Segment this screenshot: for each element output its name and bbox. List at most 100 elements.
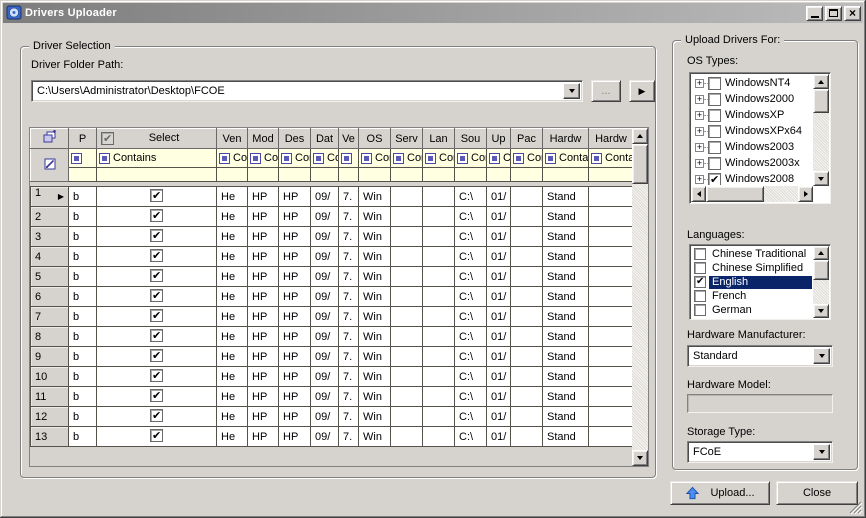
cell-dat[interactable]: 09/: [311, 387, 339, 407]
cell-des[interactable]: HP: [279, 247, 311, 267]
grid-customize-button[interactable]: [31, 129, 69, 149]
cell-select[interactable]: [97, 327, 217, 347]
cell-hardw1[interactable]: Stand: [543, 287, 589, 307]
cell-lan[interactable]: [423, 407, 455, 427]
cell-des[interactable]: HP: [279, 367, 311, 387]
cell-ve[interactable]: 7.: [339, 347, 359, 367]
cell-up[interactable]: 01/: [487, 247, 511, 267]
select-all-checkbox[interactable]: [101, 132, 114, 145]
cell-ve[interactable]: 7.: [339, 367, 359, 387]
resize-grip[interactable]: [849, 501, 862, 514]
row-header[interactable]: 1▶: [31, 187, 69, 207]
cell-des[interactable]: HP: [279, 207, 311, 227]
filter-input-des[interactable]: [279, 168, 311, 182]
cell-os[interactable]: Win: [359, 187, 391, 207]
row-header[interactable]: 3: [31, 227, 69, 247]
cell-sou[interactable]: C:\: [455, 327, 487, 347]
expand-icon[interactable]: +: [695, 95, 704, 104]
language-item[interactable]: Chinese Simplified: [692, 261, 812, 275]
cell-select[interactable]: [97, 387, 217, 407]
scroll-right-button[interactable]: [798, 186, 813, 202]
os-type-checkbox[interactable]: [708, 141, 721, 154]
scroll-up-button[interactable]: [632, 128, 648, 144]
cell-ve[interactable]: 7.: [339, 387, 359, 407]
cell-dat[interactable]: 09/: [311, 347, 339, 367]
row-header[interactable]: 12: [31, 407, 69, 427]
cell-dat[interactable]: 09/: [311, 187, 339, 207]
filter-cell-up[interactable]: Contains: [487, 149, 511, 168]
scroll-down-button[interactable]: [813, 304, 829, 318]
grid-column-header-sou[interactable]: Sou: [455, 129, 487, 149]
row-select-checkbox[interactable]: [150, 289, 163, 302]
cell-serv[interactable]: [391, 307, 423, 327]
cell-lan[interactable]: [423, 387, 455, 407]
close-dialog-button[interactable]: Close: [776, 481, 858, 505]
cell-ven[interactable]: He: [217, 347, 248, 367]
scrollbar-thumb[interactable]: [706, 186, 764, 202]
cell-des[interactable]: HP: [279, 187, 311, 207]
filter-cell-ve[interactable]: Contains: [339, 149, 359, 168]
cell-pac[interactable]: [511, 347, 543, 367]
cell-pac[interactable]: [511, 367, 543, 387]
language-checkbox[interactable]: [694, 304, 706, 316]
scrollbar-thumb[interactable]: [632, 144, 648, 184]
cell-mod[interactable]: HP: [248, 387, 279, 407]
cell-hardw1[interactable]: Stand: [543, 267, 589, 287]
cell-ven[interactable]: He: [217, 307, 248, 327]
cell-lan[interactable]: [423, 307, 455, 327]
cell-mod[interactable]: HP: [248, 347, 279, 367]
cell-hardw2[interactable]: [589, 407, 634, 427]
cell-sou[interactable]: C:\: [455, 307, 487, 327]
cell-hardw2[interactable]: [589, 367, 634, 387]
cell-hardw2[interactable]: [589, 287, 634, 307]
cell-os[interactable]: Win: [359, 307, 391, 327]
os-type-checkbox[interactable]: [708, 109, 721, 122]
cell-pac[interactable]: [511, 207, 543, 227]
cell-p[interactable]: b: [69, 287, 97, 307]
grid-column-header-hardw1[interactable]: Hardw: [543, 129, 589, 149]
filter-input-ve[interactable]: [339, 168, 359, 182]
cell-os[interactable]: Win: [359, 387, 391, 407]
cell-pac[interactable]: [511, 227, 543, 247]
os-type-checkbox[interactable]: [708, 125, 721, 138]
cell-up[interactable]: 01/: [487, 407, 511, 427]
cell-serv[interactable]: [391, 427, 423, 447]
title-bar[interactable]: Drivers Uploader ×: [3, 3, 863, 23]
scroll-down-button[interactable]: [632, 450, 648, 466]
filter-input-dat[interactable]: [311, 168, 339, 182]
grid-column-header-des[interactable]: Des: [279, 129, 311, 149]
cell-ven[interactable]: He: [217, 207, 248, 227]
filter-input-sou[interactable]: [455, 168, 487, 182]
cell-lan[interactable]: [423, 327, 455, 347]
language-item[interactable]: German: [692, 303, 812, 317]
cell-ven[interactable]: He: [217, 187, 248, 207]
os-type-checkbox[interactable]: [708, 93, 721, 106]
cell-lan[interactable]: [423, 247, 455, 267]
cell-up[interactable]: 01/: [487, 267, 511, 287]
row-select-checkbox[interactable]: [150, 349, 163, 362]
cell-des[interactable]: HP: [279, 427, 311, 447]
cell-up[interactable]: 01/: [487, 427, 511, 447]
cell-dat[interactable]: 09/: [311, 207, 339, 227]
cell-os[interactable]: Win: [359, 227, 391, 247]
cell-ve[interactable]: 7.: [339, 187, 359, 207]
filter-cell-pac[interactable]: Contains: [511, 149, 543, 168]
row-select-checkbox[interactable]: [150, 409, 163, 422]
os-type-item[interactable]: +Windows2008: [692, 171, 812, 185]
row-select-checkbox[interactable]: [150, 369, 163, 382]
scroll-left-button[interactable]: [691, 186, 706, 202]
os-type-item[interactable]: +WindowsXP: [692, 107, 812, 123]
language-item[interactable]: Chinese Traditional: [692, 247, 812, 261]
filter-cell-select[interactable]: Contains: [97, 149, 217, 168]
filter-cell-mod[interactable]: Contains: [248, 149, 279, 168]
os-type-checkbox[interactable]: [708, 77, 721, 90]
os-type-checkbox[interactable]: [708, 173, 721, 186]
cell-mod[interactable]: HP: [248, 267, 279, 287]
cell-ve[interactable]: 7.: [339, 407, 359, 427]
cell-ven[interactable]: He: [217, 267, 248, 287]
cell-hardw1[interactable]: Stand: [543, 187, 589, 207]
cell-ven[interactable]: He: [217, 287, 248, 307]
cell-pac[interactable]: [511, 407, 543, 427]
cell-serv[interactable]: [391, 367, 423, 387]
cell-ve[interactable]: 7.: [339, 427, 359, 447]
